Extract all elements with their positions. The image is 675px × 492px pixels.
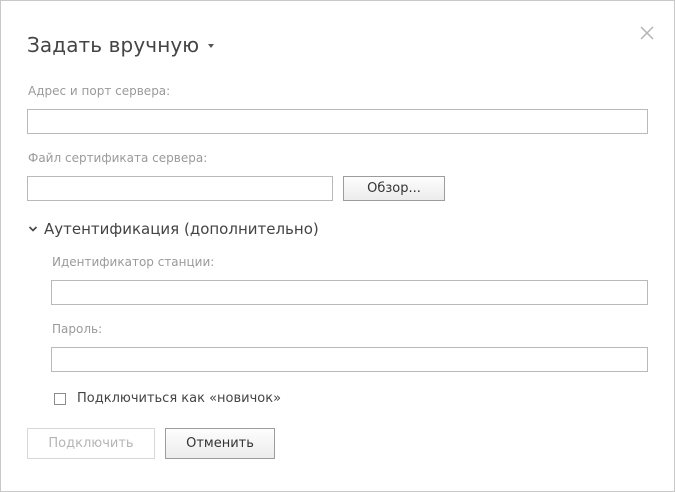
cancel-button[interactable]: Отменить <box>165 428 275 459</box>
caret-down-icon <box>208 44 215 48</box>
certificate-file-label: Файл сертификата сервера: <box>28 151 208 165</box>
connect-button[interactable]: Подключить <box>27 428 155 459</box>
auth-section-toggle[interactable]: Аутентификация (дополнительно) <box>28 220 319 238</box>
certificate-file-input[interactable] <box>27 176 333 201</box>
chevron-down-icon <box>28 226 38 232</box>
browse-button[interactable]: Обзор... <box>343 176 445 201</box>
title-dropdown[interactable]: Задать вручную <box>27 33 215 57</box>
station-id-input[interactable] <box>51 280 648 305</box>
station-id-label: Идентификатор станции: <box>52 255 215 269</box>
newbie-checkbox-row: Подключиться как «новичок» <box>54 391 281 406</box>
newbie-checkbox-label[interactable]: Подключиться как «новичок» <box>77 391 281 406</box>
newbie-checkbox[interactable] <box>54 392 66 405</box>
password-input[interactable] <box>51 347 648 372</box>
connection-dialog: Задать вручную Адрес и порт сервера: Фай… <box>0 0 675 492</box>
dialog-title: Задать вручную <box>27 33 200 57</box>
auth-section-title: Аутентификация (дополнительно) <box>44 220 319 238</box>
password-label: Пароль: <box>52 322 103 336</box>
server-address-label: Адрес и порт сервера: <box>28 84 171 98</box>
server-address-input[interactable] <box>27 109 648 134</box>
close-icon[interactable] <box>638 24 656 42</box>
